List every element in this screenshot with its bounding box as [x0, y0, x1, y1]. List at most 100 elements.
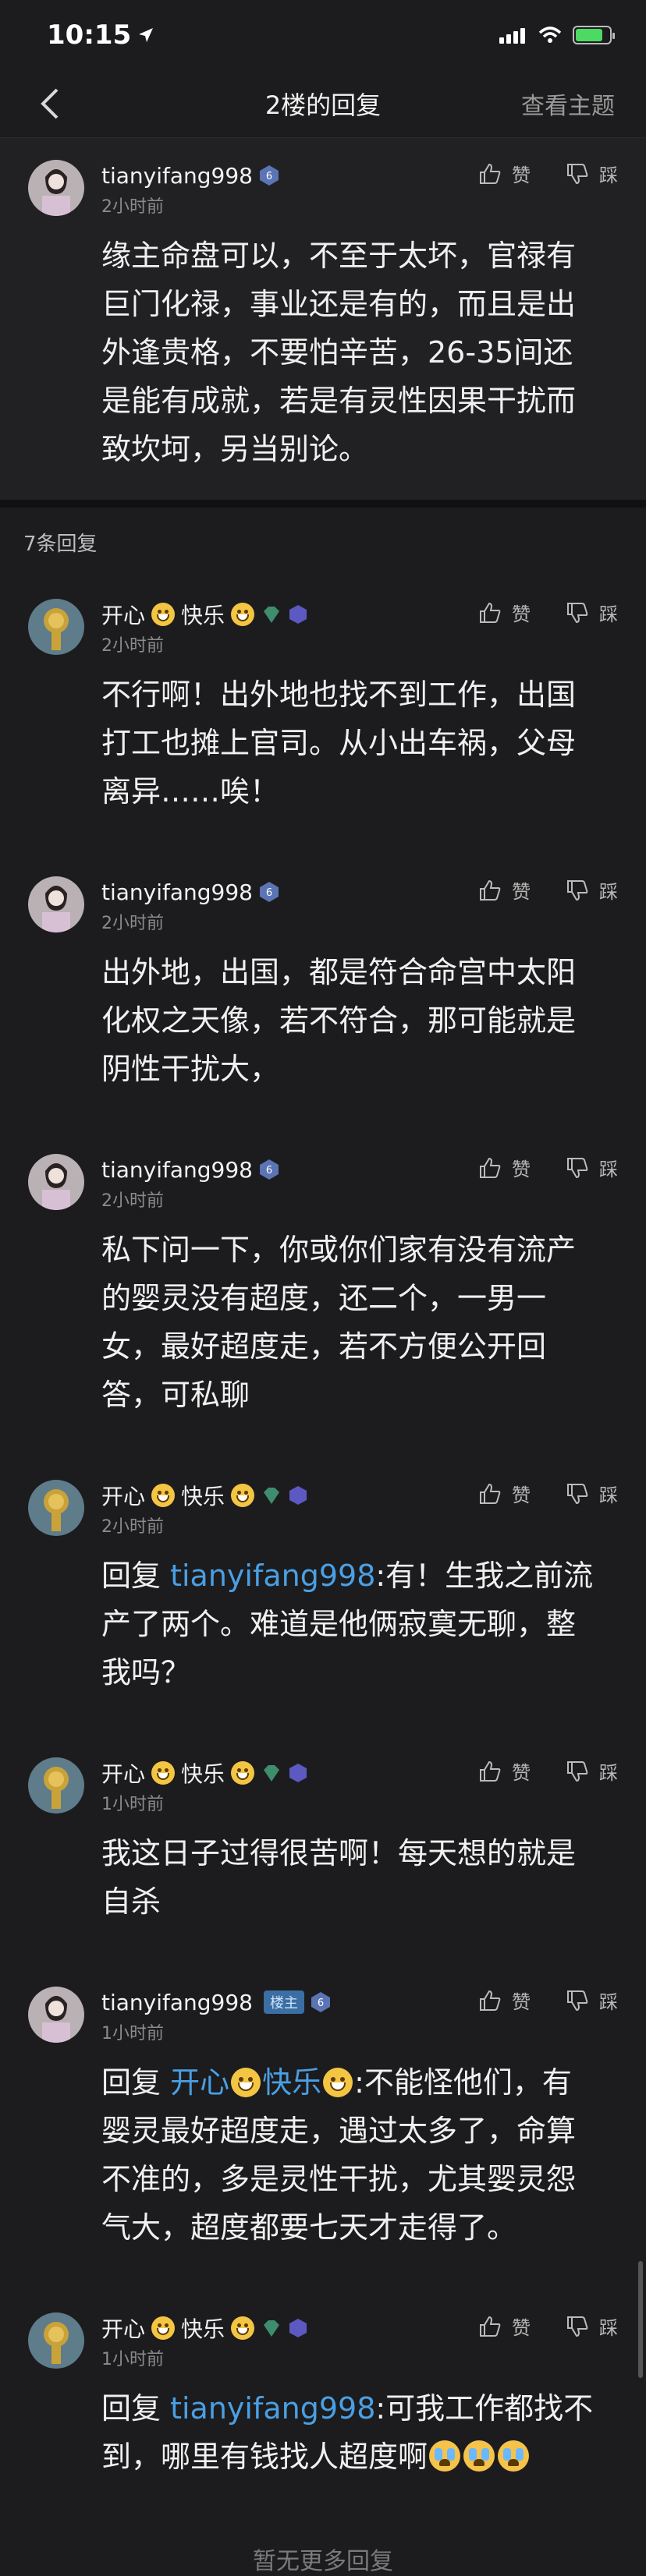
username[interactable]: tianyifang998	[101, 1990, 253, 2015]
mention-link[interactable]: 快乐	[262, 2065, 321, 2100]
like-label: 赞	[512, 603, 531, 625]
dislike-button[interactable]: 踩	[565, 1154, 618, 1181]
owner-badge: 楼主	[264, 1990, 304, 2014]
level-badge-icon: 6	[311, 1992, 330, 2012]
level-badge-icon: 6	[260, 1159, 279, 1180]
status-time: 10:15	[47, 19, 154, 51]
username-part[interactable]: 开心	[101, 1480, 145, 1511]
grin-emoji-icon	[231, 1761, 255, 1785]
username-part[interactable]: 快乐	[181, 1757, 225, 1789]
like-button[interactable]: 赞	[477, 1154, 531, 1181]
like-button[interactable]: 赞	[477, 599, 531, 626]
grin-emoji-icon	[323, 2068, 353, 2097]
gem-icon	[264, 607, 280, 623]
dislike-label: 踩	[599, 165, 618, 186]
dislike-icon	[567, 879, 588, 901]
username-part[interactable]: 开心	[101, 599, 145, 630]
username[interactable]: tianyifang998	[101, 1157, 253, 1183]
gem-icon	[264, 1765, 280, 1782]
like-button[interactable]: 赞	[477, 160, 531, 187]
like-icon	[480, 163, 501, 184]
dislike-button[interactable]: 踩	[565, 1987, 618, 2014]
dislike-icon	[567, 1157, 588, 1178]
username-part[interactable]: 快乐	[181, 599, 225, 630]
mention-link[interactable]: tianyifang998	[170, 1559, 375, 1593]
like-button[interactable]: 赞	[477, 1757, 531, 1785]
vip-icon	[289, 1764, 307, 1782]
dislike-icon	[567, 2316, 588, 2337]
avatar[interactable]	[28, 1154, 84, 1210]
username-part[interactable]: 开心	[101, 2312, 145, 2344]
reply-content: 我这日子过得很苦啊！每天想的就是自杀	[101, 1836, 577, 1919]
svg-text:6: 6	[266, 1165, 272, 1177]
dislike-label: 踩	[599, 1762, 618, 1784]
reply-time: 2小时前	[101, 1517, 164, 1537]
dislike-button[interactable]: 踩	[565, 1757, 618, 1785]
like-button[interactable]: 赞	[477, 876, 531, 904]
dislike-icon	[567, 1760, 588, 1782]
cry-emoji-icon	[429, 2440, 461, 2472]
reply-item: tianyifang998 楼主 6 1小时前 赞 踩 回复 开心 快乐:不能怪他…	[0, 1963, 646, 2289]
svg-text:6: 6	[318, 1997, 324, 2009]
reply-content: 回复 tianyifang998:有！生我之前流产了两个。难道是他俩寂寞无聊，整…	[0, 1537, 646, 1697]
dislike-button[interactable]: 踩	[565, 160, 618, 187]
reply-time: 1小时前	[101, 2024, 164, 2043]
reply-content: 不行啊！出外地也找不到工作，出国打工也摊上官司。从小出车祸，父母离异……唉！	[101, 678, 577, 809]
dislike-label: 踩	[599, 881, 618, 903]
username-part[interactable]: 快乐	[181, 1480, 225, 1511]
reply-item: 开心 快乐 1小时前 赞 踩 我这日子过得很苦啊！每天想的就是自杀	[0, 1734, 646, 1963]
reply-prefix: 回复	[101, 2065, 171, 2100]
grin-emoji-icon	[151, 1761, 176, 1785]
dislike-label: 踩	[599, 1484, 618, 1506]
avatar[interactable]	[28, 876, 84, 932]
svg-text:6: 6	[266, 171, 272, 182]
reply-prefix: 回复	[101, 2391, 171, 2426]
view-topic-link[interactable]: 查看主题	[521, 87, 615, 121]
dislike-button[interactable]: 踩	[565, 599, 618, 626]
like-label: 赞	[512, 165, 531, 186]
vip-icon	[289, 1486, 307, 1505]
scrollbar[interactable]	[638, 2261, 643, 2378]
avatar[interactable]	[28, 599, 84, 655]
dislike-label: 踩	[599, 1991, 618, 2013]
like-icon	[480, 1157, 501, 1178]
level-badge-icon: 6	[260, 882, 279, 902]
dislike-button[interactable]: 踩	[565, 1480, 618, 1507]
grin-emoji-icon	[151, 2316, 176, 2340]
like-button[interactable]: 赞	[477, 1987, 531, 2014]
dislike-button[interactable]: 踩	[565, 2312, 618, 2340]
wifi-icon	[538, 27, 562, 43]
level-badge-icon: 6	[260, 165, 279, 186]
username[interactable]: tianyifang998	[101, 163, 253, 189]
vip-icon	[289, 605, 307, 624]
like-label: 赞	[512, 1991, 531, 2013]
like-icon	[480, 2316, 501, 2337]
username[interactable]: tianyifang998	[101, 879, 253, 905]
avatar[interactable]	[28, 2312, 84, 2369]
mention-link[interactable]: 开心	[170, 2065, 229, 2100]
reply-item: tianyifang998 6 2小时前 赞 踩 私下问一下，你或你们家有没有流…	[0, 1131, 646, 1456]
reply-item: 开心 快乐 2小时前 赞 踩 回复 tianyifang998:有！生我之前流产…	[0, 1456, 646, 1734]
back-button[interactable]	[31, 85, 69, 122]
like-button[interactable]: 赞	[477, 1480, 531, 1507]
username-part[interactable]: 快乐	[181, 2312, 225, 2344]
dislike-icon	[567, 602, 588, 623]
nav-bar: 2楼的回复 查看主题	[0, 70, 646, 138]
mention-link[interactable]: tianyifang998	[170, 2391, 375, 2426]
like-button[interactable]: 赞	[477, 2312, 531, 2340]
avatar[interactable]	[28, 160, 84, 216]
dislike-label: 踩	[599, 1159, 618, 1180]
avatar[interactable]	[28, 1480, 84, 1536]
no-more-replies: 暂无更多回复	[253, 2548, 393, 2575]
vip-icon	[289, 2319, 307, 2337]
dislike-icon	[567, 1990, 588, 2011]
location-arrow-icon	[139, 28, 154, 42]
replies-count: 7条回复	[0, 508, 646, 575]
username-part[interactable]: 开心	[101, 1757, 145, 1789]
back-chevron-icon	[41, 88, 59, 119]
dislike-button[interactable]: 踩	[565, 876, 618, 904]
avatar[interactable]	[28, 1757, 84, 1813]
battery-icon	[573, 26, 615, 44]
status-bar: 10:15	[0, 0, 646, 70]
avatar[interactable]	[28, 1987, 84, 2043]
